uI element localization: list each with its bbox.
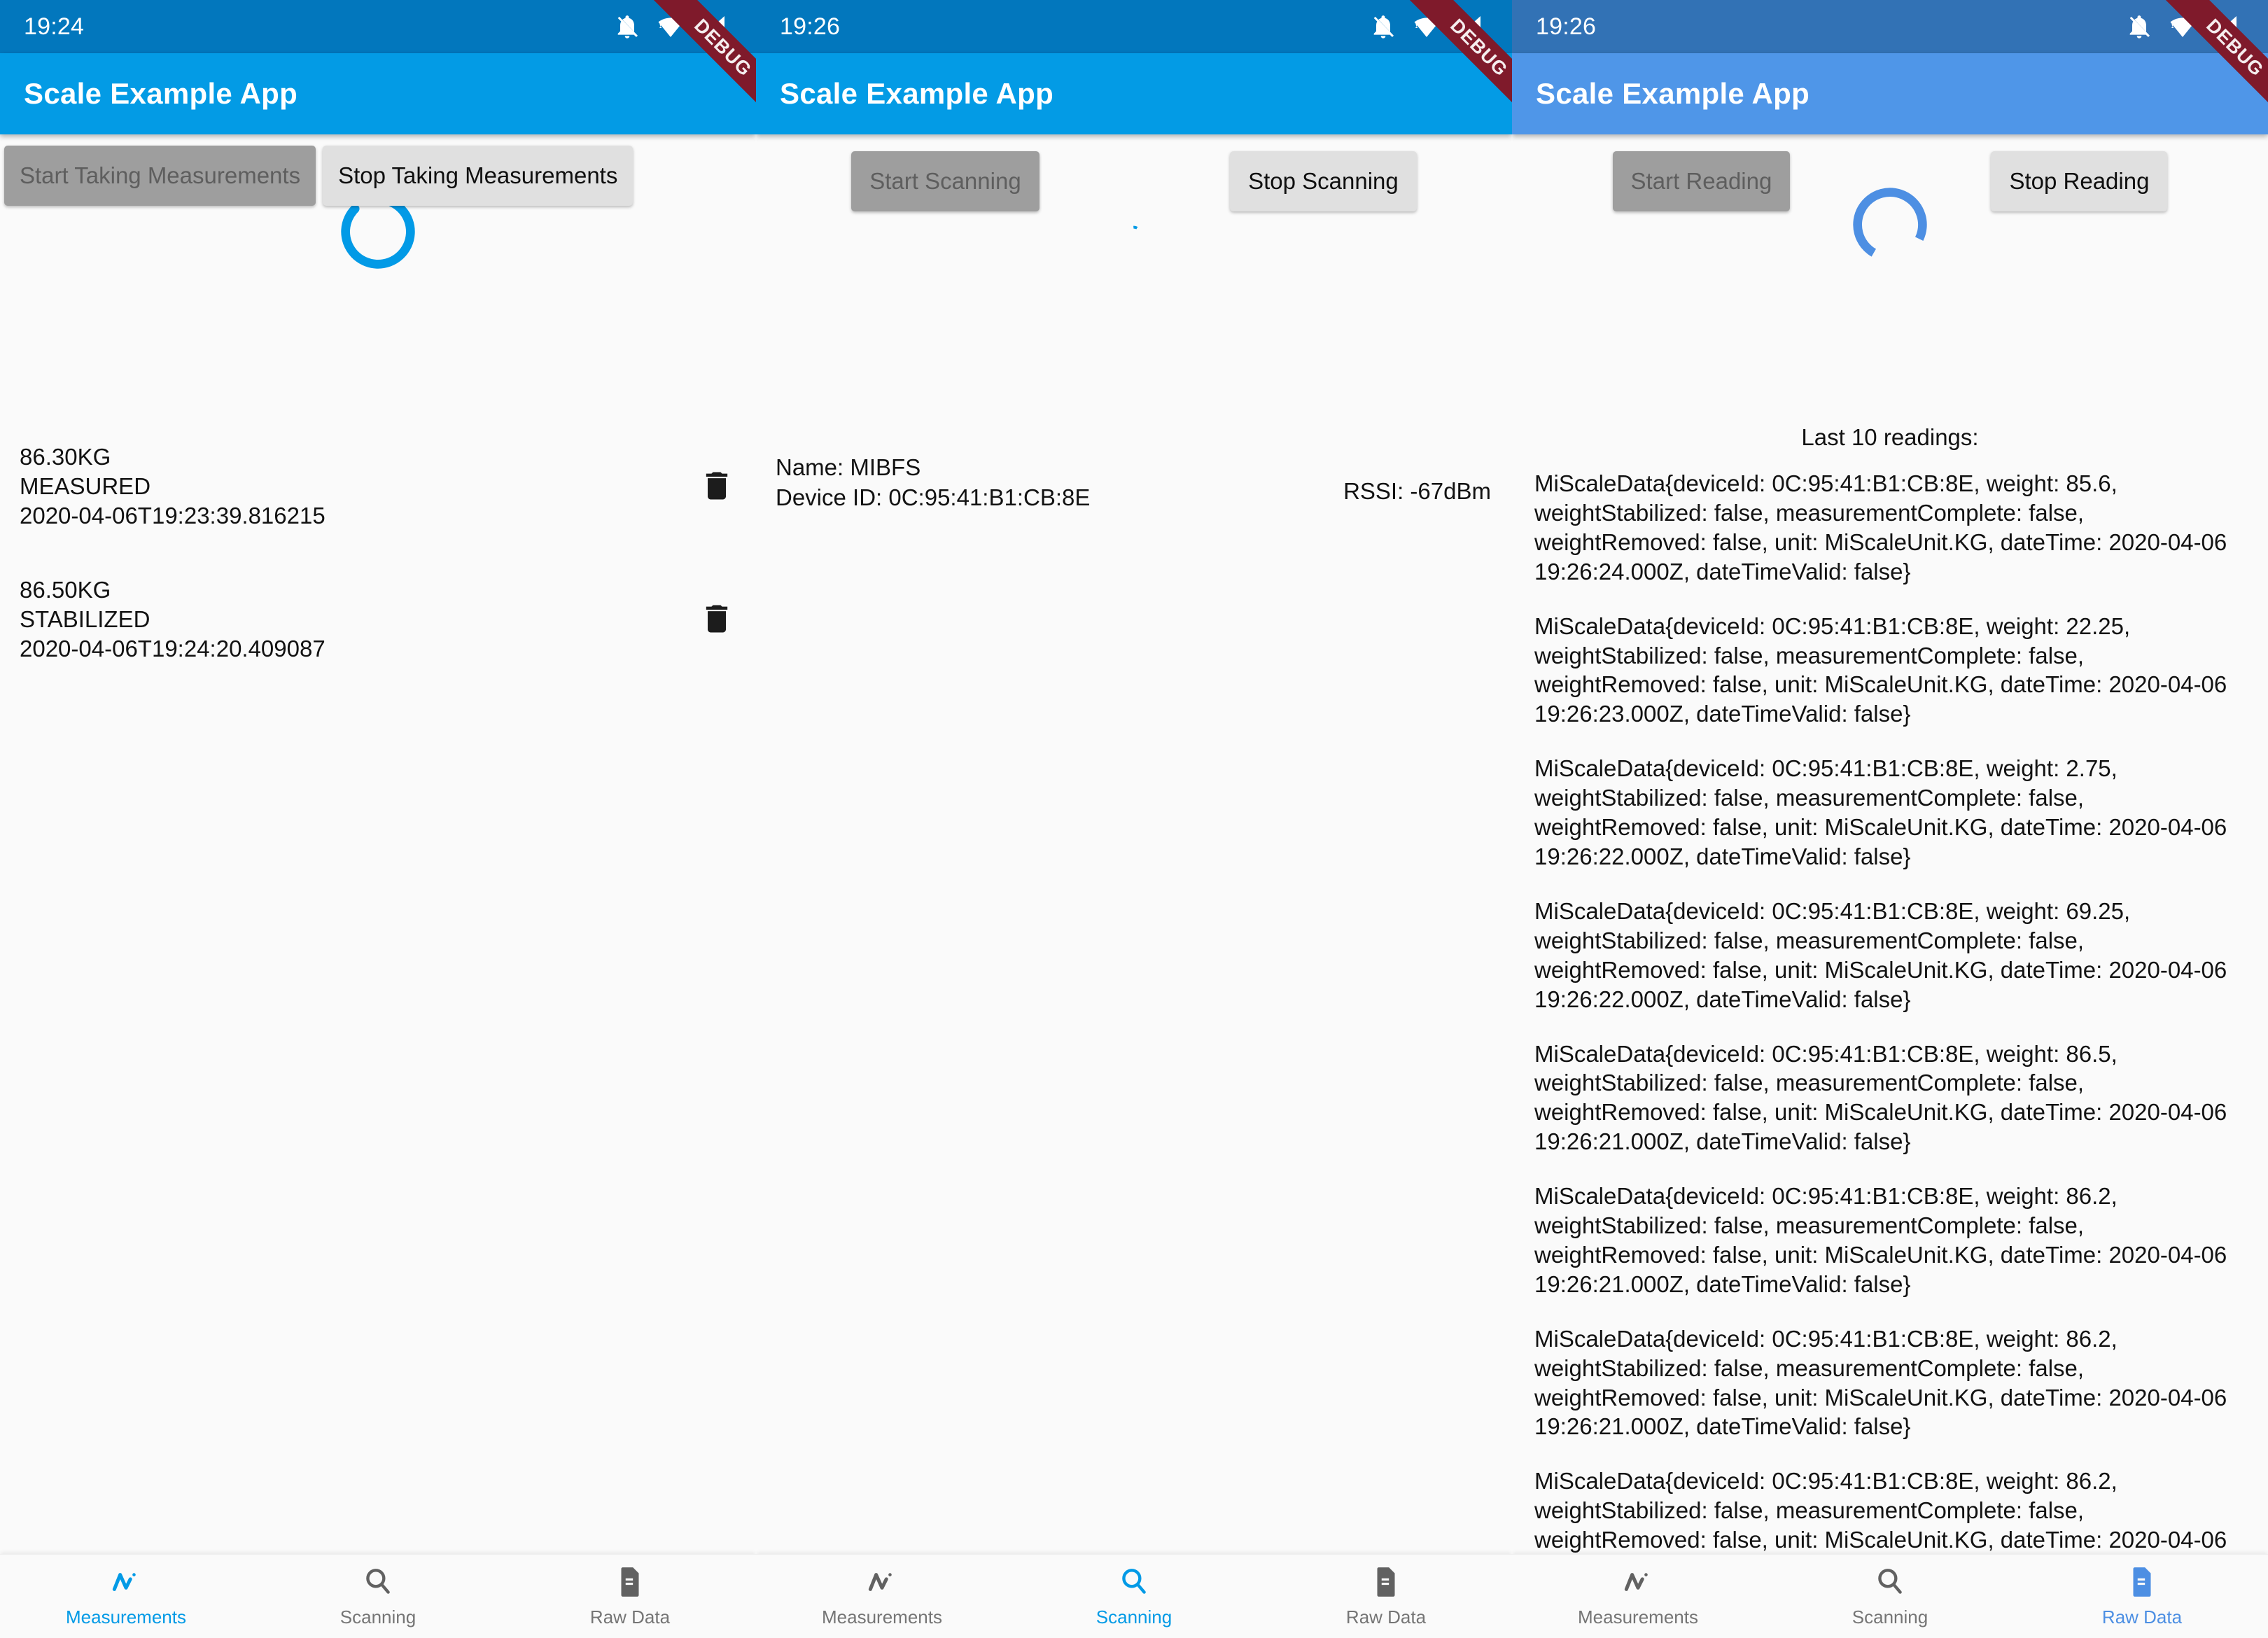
timeline-icon (108, 1564, 144, 1600)
status-icons (2125, 13, 2244, 41)
cell-signal-icon (700, 13, 728, 41)
bottom-navigation: Measurements Scanning Raw Data (0, 1554, 756, 1638)
search-icon (1116, 1564, 1152, 1600)
bottom-navigation: Measurements Scanning Raw Data (756, 1554, 1512, 1638)
device-rssi: RSSI: -67dBm (1343, 478, 1491, 504)
app-title: Scale Example App (1536, 77, 1810, 110)
nav-item-raw-data[interactable]: Raw Data (504, 1555, 756, 1638)
wifi-icon (1413, 13, 1441, 41)
nav-label: Scanning (1851, 1606, 1928, 1628)
notifications-off-icon (1369, 13, 1397, 41)
measurements-button-row: Start Taking Measurements Stop Taking Me… (0, 134, 756, 206)
nav-item-scanning[interactable]: Scanning (252, 1555, 504, 1638)
measurement-weight: 86.30KG (20, 444, 111, 470)
nav-label: Raw Data (589, 1606, 671, 1628)
search-icon (1872, 1564, 1907, 1600)
wifi-icon (2169, 13, 2197, 41)
status-bar: 19:24 (0, 0, 756, 53)
reading-entry: MiScaleData{deviceId: 0C:95:41:B1:CB:8E,… (1534, 470, 2227, 584)
screen-measurements: 19:24 Scale Example App DEBUG Start Taki… (0, 0, 756, 1638)
list-item[interactable]: 86.50KG STABILIZED 2020-04-06T19:24:20.4… (0, 575, 756, 708)
reading-entry: MiScaleData{deviceId: 0C:95:41:B1:CB:8E,… (1534, 897, 2227, 1012)
cell-signal-icon (1456, 13, 1484, 41)
app-title: Scale Example App (24, 77, 298, 110)
nav-label: Measurements (66, 1606, 186, 1628)
scanning-button-row: Start Scanning Stop Scanning (756, 134, 1512, 211)
list-item[interactable]: 86.30KG MEASURED 2020-04-06T19:23:39.816… (0, 442, 756, 575)
reading-button-row: Start Reading Stop Reading (1512, 134, 2268, 211)
measurement-list: 86.30KG MEASURED 2020-04-06T19:23:39.816… (0, 442, 756, 708)
nav-label: Raw Data (2101, 1606, 2183, 1628)
screen-raw-data: 19:26 Scale Example App DEBUG Start Read… (1512, 0, 2268, 1638)
device-name: Name: MIBFS (776, 454, 921, 480)
measurement-details: 86.50KG STABILIZED 2020-04-06T19:24:20.4… (20, 575, 326, 664)
nav-label: Scanning (340, 1606, 416, 1628)
start-reading-button[interactable]: Start Reading (1612, 151, 1791, 211)
nav-item-scanning[interactable]: Scanning (1764, 1555, 2016, 1638)
readings-title: Last 10 readings: (1801, 424, 1979, 450)
status-clock: 19:26 (1536, 13, 1597, 40)
device-info: Name: MIBFS Device ID: 0C:95:41:B1:CB:8E (776, 453, 1090, 513)
notifications-off-icon (613, 13, 641, 41)
app-bar: Scale Example App (756, 53, 1512, 134)
screen-body: Start Scanning Stop Scanning Name: MIBFS… (756, 134, 1512, 1554)
status-clock: 19:24 (24, 13, 85, 40)
screen-scanning: 19:26 Scale Example App DEBUG Start Scan… (756, 0, 1512, 1638)
document-icon (2124, 1564, 2160, 1600)
notifications-off-icon (2125, 13, 2153, 41)
measurement-status: STABILIZED (20, 606, 150, 633)
nav-label: Measurements (822, 1606, 942, 1628)
status-icons (1369, 13, 1488, 41)
nav-item-raw-data[interactable]: Raw Data (1260, 1555, 1512, 1638)
three-screen-montage: 19:24 Scale Example App DEBUG Start Taki… (0, 0, 2268, 1638)
reading-entry: MiScaleData{deviceId: 0C:95:41:B1:CB:8E,… (1534, 1040, 2227, 1155)
timeline-icon (1620, 1564, 1656, 1600)
readings-panel: Last 10 readings: MiScaleData{deviceId: … (1512, 424, 2268, 1554)
status-bar: 19:26 (756, 0, 1512, 53)
timeline-icon (864, 1564, 899, 1600)
nav-item-measurements[interactable]: Measurements (0, 1555, 252, 1638)
screen-body: Start Reading Stop Reading Last 10 readi… (1512, 134, 2268, 1554)
nav-item-measurements[interactable]: Measurements (756, 1555, 1008, 1638)
nav-item-raw-data[interactable]: Raw Data (2016, 1555, 2268, 1638)
start-taking-measurements-button[interactable]: Start Taking Measurements (4, 146, 316, 206)
reading-entry: MiScaleData{deviceId: 0C:95:41:B1:CB:8E,… (1534, 1468, 2227, 1553)
nav-label: Measurements (1578, 1606, 1698, 1628)
loading-spinner (1126, 225, 1142, 241)
device-id: Device ID: 0C:95:41:B1:CB:8E (776, 484, 1091, 510)
app-bar: Scale Example App (0, 53, 756, 134)
app-title: Scale Example App (780, 77, 1054, 110)
status-icons (613, 13, 732, 41)
nav-label: Raw Data (1345, 1606, 1427, 1628)
search-icon (360, 1564, 396, 1600)
wifi-icon (657, 13, 685, 41)
reading-entry: MiScaleData{deviceId: 0C:95:41:B1:CB:8E,… (1534, 1325, 2227, 1440)
screen-body: Start Taking Measurements Stop Taking Me… (0, 134, 756, 1554)
measurement-weight: 86.50KG (20, 577, 111, 603)
measurement-timestamp: 2020-04-06T19:23:39.816215 (20, 503, 326, 529)
bottom-navigation: Measurements Scanning Raw Data (1512, 1554, 2268, 1638)
stop-reading-button[interactable]: Stop Reading (1991, 151, 2168, 211)
app-bar: Scale Example App (1512, 53, 2268, 134)
stop-taking-measurements-button[interactable]: Stop Taking Measurements (323, 146, 634, 206)
trash-icon[interactable] (699, 601, 735, 637)
status-clock: 19:26 (780, 13, 841, 40)
nav-label: Scanning (1096, 1606, 1172, 1628)
device-row[interactable]: Name: MIBFS Device ID: 0C:95:41:B1:CB:8E… (756, 453, 1512, 513)
measurement-timestamp: 2020-04-06T19:24:20.409087 (20, 636, 326, 662)
cell-signal-icon (2212, 13, 2240, 41)
stop-scanning-button[interactable]: Stop Scanning (1230, 151, 1417, 211)
nav-item-scanning[interactable]: Scanning (1008, 1555, 1260, 1638)
document-icon (1368, 1564, 1404, 1600)
measurement-details: 86.30KG MEASURED 2020-04-06T19:23:39.816… (20, 442, 326, 531)
trash-icon[interactable] (699, 468, 735, 504)
measurement-status: MEASURED (20, 473, 151, 500)
status-bar: 19:26 (1512, 0, 2268, 53)
reading-entry: MiScaleData{deviceId: 0C:95:41:B1:CB:8E,… (1534, 612, 2227, 727)
document-icon (612, 1564, 648, 1600)
start-scanning-button[interactable]: Start Scanning (851, 151, 1040, 211)
reading-entry: MiScaleData{deviceId: 0C:95:41:B1:CB:8E,… (1534, 755, 2227, 869)
reading-entry: MiScaleData{deviceId: 0C:95:41:B1:CB:8E,… (1534, 1183, 2227, 1297)
nav-item-measurements[interactable]: Measurements (1512, 1555, 1764, 1638)
